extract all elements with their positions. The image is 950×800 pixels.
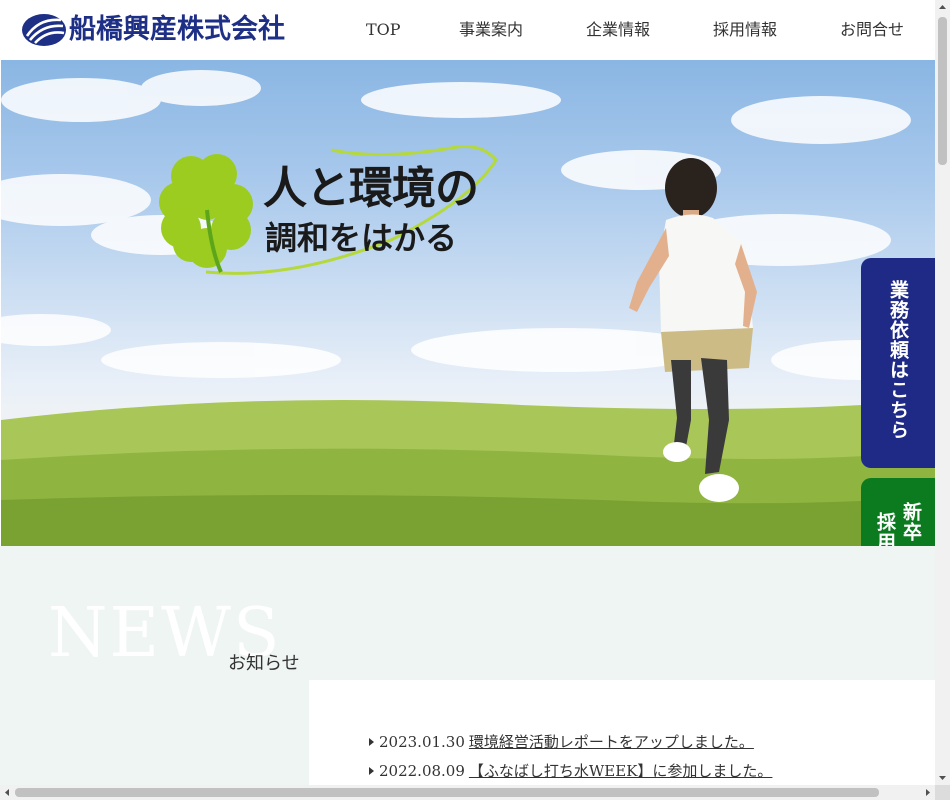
news-subheading: お知らせ [228, 653, 300, 674]
news-section: NEWS お知らせ 2023.01.30 環境経営活動レポートをアップしました。 … [0, 546, 935, 785]
news-title-link[interactable]: 【ふなばし打ち水WEEK】に参加しました。 [469, 762, 773, 780]
news-date: 2022.08.09 [379, 762, 465, 780]
page-viewport: 船橋興産株式会社 TOP 事業案内 企業情報 採用情報 お問合せ 人と環境の 調… [0, 0, 935, 785]
tagline-line1: 人と環境の [263, 163, 479, 214]
nav-item-top[interactable]: TOP [366, 18, 401, 42]
nav-item-contact[interactable]: お問合せ [840, 18, 904, 42]
horizontal-scrollbar[interactable] [0, 785, 935, 800]
hero-banner: 人と環境の 調和をはかる [1, 60, 935, 546]
hero-photo [1, 70, 935, 546]
vertical-scrollbar[interactable] [935, 0, 950, 785]
scrollbar-corner [935, 785, 950, 800]
scroll-right-icon[interactable] [920, 785, 935, 800]
main-nav: TOP 事業案内 企業情報 採用情報 お問合せ [0, 18, 935, 42]
news-list: 2023.01.30 環境経営活動レポートをアップしました。 2022.08.09… [309, 680, 935, 785]
scroll-up-icon[interactable] [935, 0, 950, 15]
bullet-triangle-icon [369, 738, 374, 746]
tagline-line2: 調和をはかる [265, 219, 458, 257]
news-item: 2022.08.09 【ふなばし打ち水WEEK】に参加しました。 [369, 761, 772, 781]
horizontal-scroll-thumb[interactable] [15, 788, 879, 797]
nav-item-recruit[interactable]: 採用情報 [713, 18, 777, 42]
bullet-triangle-icon [369, 767, 374, 775]
scroll-down-icon[interactable] [935, 770, 950, 785]
news-title-link[interactable]: 環境経営活動レポートをアップしました。 [469, 733, 754, 751]
nav-item-business[interactable]: 事業案内 [459, 18, 523, 42]
scroll-left-icon[interactable] [0, 785, 15, 800]
vertical-scroll-thumb[interactable] [938, 17, 947, 165]
news-item: 2023.01.30 環境経営活動レポートをアップしました。 [369, 732, 754, 752]
request-work-label: 業務依頼はこちら [887, 280, 909, 440]
site-header: 船橋興産株式会社 TOP 事業案内 企業情報 採用情報 お問合せ [0, 0, 935, 60]
request-work-button[interactable]: 業務依頼はこちら [861, 258, 935, 468]
news-date: 2023.01.30 [379, 733, 465, 751]
nav-item-company[interactable]: 企業情報 [586, 18, 650, 42]
